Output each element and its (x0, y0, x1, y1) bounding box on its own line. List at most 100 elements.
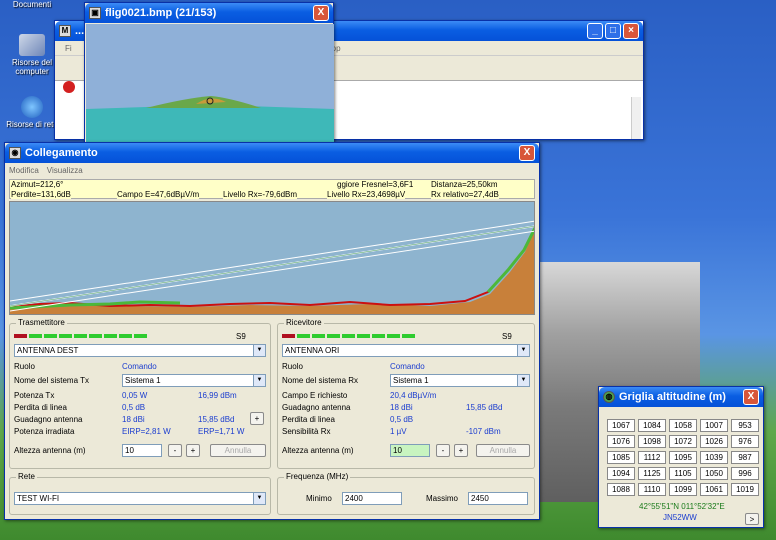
grid-close-button[interactable]: X (743, 389, 759, 405)
meter-segment (402, 334, 415, 338)
altitude-cell: 1039 (700, 451, 728, 464)
app-icon: M (59, 25, 71, 37)
meter-segment (282, 334, 295, 338)
livello-uv-readout: Livello Rx=23,4698µV (327, 190, 406, 199)
bmp-close-button[interactable]: X (313, 5, 329, 21)
meter-segment (297, 334, 310, 338)
grid-titlebar: ◍ Griglia altitudine (m) X (599, 387, 763, 407)
altitude-cell: 1085 (607, 451, 635, 464)
menu-file[interactable]: Fi (65, 44, 72, 53)
chevron-down-icon: ▼ (253, 345, 265, 356)
rete-select[interactable]: TEST WI-FI ▼ (14, 492, 266, 505)
tx-gain-plus-button[interactable]: + (250, 412, 264, 425)
tx-altezza-minus-button[interactable]: - (168, 444, 182, 457)
meter-segment (119, 334, 132, 338)
meter-segment (357, 334, 370, 338)
rx-guadagno-dbd: 15,85 dBd (466, 403, 503, 412)
menu-visualizza[interactable]: Visualizza (47, 166, 83, 175)
tx-altezza-plus-button[interactable]: + (186, 444, 200, 457)
desktop-icon-label: Risorse del computer (11, 58, 52, 76)
tx-irradiata-label: Potenza irradiata (14, 427, 75, 436)
altitude-cell: 1084 (638, 419, 666, 432)
altitude-cell: 1125 (638, 467, 666, 480)
tx-guadagno-dbd: 15,85 dBd (198, 415, 235, 424)
altitude-cell: 1026 (700, 435, 728, 448)
minimize-button[interactable]: _ (587, 23, 603, 39)
tx-ruolo-value: Comando (122, 362, 157, 371)
collegamento-titlebar: ◉ Collegamento X (5, 143, 539, 163)
network-icon (21, 96, 43, 118)
altitude-cell: 1050 (700, 467, 728, 480)
grid-altitude-window: ◍ Griglia altitudine (m) X 1067 1084 1058 1… (598, 386, 764, 528)
rx-antenna-select[interactable]: ANTENNA ORI ▼ (282, 344, 530, 357)
desktop-icon-label: Documenti (12, 0, 52, 9)
grid-coords: 42°55'51"N 011°52'32"E (639, 502, 725, 511)
altitude-cell: 1099 (669, 483, 697, 496)
meter-segment (89, 334, 102, 338)
altitude-cell: 1067 (607, 419, 635, 432)
rx-altezza-minus-button[interactable]: - (436, 444, 450, 457)
tx-guadagno-dbi: 18 dBi (122, 415, 145, 424)
chevron-down-icon: ▼ (253, 493, 265, 504)
computer-icon (19, 34, 45, 56)
altitude-cell: 1007 (700, 419, 728, 432)
receiver-group: Ricevitore S9 ANTENNA ORI ▼ Ruolo Comando… (277, 318, 535, 469)
rx-altezza-input[interactable]: 10 (390, 444, 430, 457)
rx-altezza-plus-button[interactable]: + (454, 444, 468, 457)
meter-segment (44, 334, 57, 338)
rx-sens-uv: 1 µV (390, 427, 407, 436)
altitude-cell: 1098 (638, 435, 666, 448)
rx-sistema-select[interactable]: Sistema 1 ▼ (390, 374, 530, 387)
rx-signal-meter (282, 334, 417, 340)
grid-locator: JN52WW (663, 513, 697, 522)
rx-ruolo-value: Comando (390, 362, 425, 371)
chevron-down-icon: ▼ (517, 375, 529, 386)
transmitter-group: Trasmettitore S9 ANTENNA DEST ▼ Ruolo Com… (9, 318, 271, 469)
tx-erp: ERP=1,71 W (198, 427, 245, 436)
azimut-readout: Azimut=212,6° (11, 180, 64, 189)
globe-icon: ◍ (603, 391, 615, 403)
link-icon: ◉ (9, 147, 21, 159)
meter-segment (327, 334, 340, 338)
grid-next-button[interactable]: > (745, 513, 759, 525)
freq-min-label: Minimo (306, 494, 332, 503)
altitude-cell: 1088 (607, 483, 635, 496)
tx-altezza-input[interactable]: 10 (122, 444, 162, 457)
tx-potenza-label: Potenza Tx (14, 391, 55, 400)
distanza-readout: Distanza=25,50km (431, 180, 498, 189)
altitude-cell: 1019 (731, 483, 759, 496)
freq-min-input[interactable]: 2400 (342, 492, 402, 505)
rx-campo-value: 20,4 dBµV/m (390, 391, 437, 400)
tx-antenna-select[interactable]: ANTENNA DEST ▼ (14, 344, 266, 357)
close-button[interactable]: × (623, 23, 639, 39)
rx-campo-label: Campo E richiesto (282, 391, 348, 400)
tx-annulla-button[interactable]: Annulla (210, 444, 266, 457)
tx-potenza-w: 0,05 W (122, 391, 148, 400)
link-profile-chart (9, 201, 535, 315)
rete-group: Rete TEST WI-FI ▼ (9, 472, 271, 515)
desktop-icon-documenti[interactable]: Documenti (0, 0, 64, 9)
altitude-cell: 1094 (607, 467, 635, 480)
tx-guadagno-label: Guadagno antenna (14, 415, 83, 424)
altitude-cell: 1061 (700, 483, 728, 496)
rx-perdita-value: 0,5 dB (390, 415, 414, 424)
stop-icon[interactable] (63, 81, 75, 93)
tx-sistema-select[interactable]: Sistema 1 ▼ (122, 374, 266, 387)
meter-segment (59, 334, 72, 338)
tx-signal-meter (14, 334, 149, 340)
collegamento-close-button[interactable]: X (519, 145, 535, 161)
meter-segment (387, 334, 400, 338)
rx-annulla-button[interactable]: Annulla (476, 444, 530, 457)
tx-perdita-value: 0,5 dB (122, 403, 146, 412)
meter-segment (74, 334, 87, 338)
rx-ruolo-label: Ruolo (282, 362, 303, 371)
freq-max-input[interactable]: 2450 (468, 492, 528, 505)
meter-segment (14, 334, 27, 338)
altitude-cell: 987 (731, 451, 759, 464)
collegamento-window: ◉ Collegamento X Modifica Visualizza Azi… (4, 142, 540, 520)
maximize-button[interactable]: □ (605, 23, 621, 39)
altitude-cell: 953 (731, 419, 759, 432)
main-scrollbar[interactable] (631, 97, 641, 139)
menu-modifica[interactable]: Modifica (9, 166, 39, 175)
altitude-cell: 1105 (669, 467, 697, 480)
